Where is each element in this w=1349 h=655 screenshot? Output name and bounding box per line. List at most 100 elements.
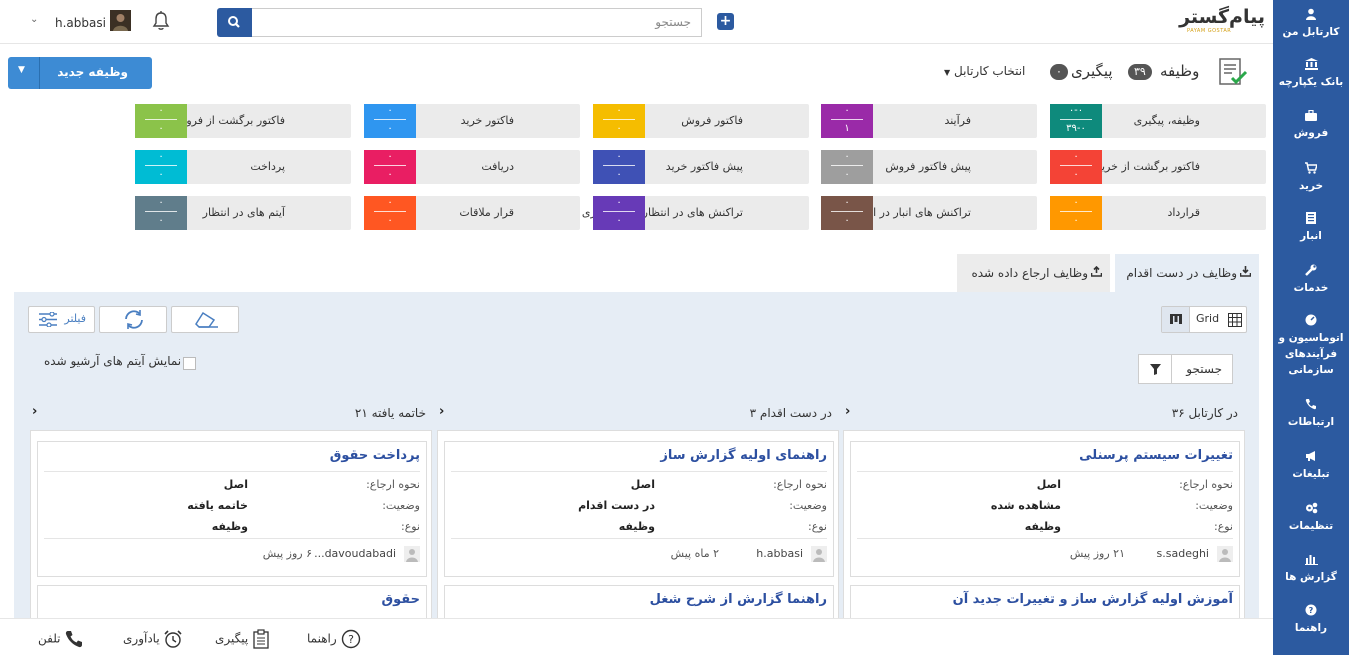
tile-count-box: ۰۰ <box>593 196 645 230</box>
tile-count-top: ۰ <box>158 105 164 116</box>
sidebar-item-settings[interactable]: تنظیمات <box>1273 502 1349 534</box>
tile-label: وظیفه، پیگیری <box>1133 114 1200 127</box>
sidebar-item-reports[interactable]: گزارش ها <box>1273 553 1349 585</box>
bottom-reminder-button[interactable]: یادآوری <box>123 629 183 649</box>
summary-tile[interactable]: تراکنش های در انتظار قیمت گذاری ۰ ۰ <box>582 196 809 230</box>
tab-label: وظایف ارجاع داده شده <box>971 266 1088 280</box>
tile-count-top: ۰ <box>1073 197 1079 208</box>
sidebar-item-services[interactable]: خدمات <box>1273 264 1349 296</box>
tile-count-box: ۰۱ <box>821 104 873 138</box>
sidebar-item-label: تبلیغات <box>1292 468 1330 480</box>
summary-tile[interactable]: قرارداد ۰ ۰ <box>1050 196 1266 230</box>
sidebar-item-help[interactable]: ? راهنما <box>1273 604 1349 636</box>
task-card-title[interactable]: تغییرات سیستم پرسنلی <box>1079 448 1233 463</box>
task-card-title[interactable]: پرداخت حقوق <box>330 448 420 463</box>
new-task-button[interactable]: وظیفه جدید ▼ <box>8 57 152 89</box>
filter-funnel-button[interactable] <box>1139 355 1172 383</box>
task-card-title[interactable]: حقوق <box>382 592 421 607</box>
tile-count-bottom: ۰ <box>158 215 164 226</box>
user-avatar-icon <box>404 546 420 562</box>
panel-search-button[interactable]: جستجو <box>1138 354 1233 384</box>
card-user[interactable]: s.sadeghi <box>1157 547 1209 560</box>
summary-tile[interactable]: پرداخت ۰ ۰ <box>135 150 351 184</box>
summary-tile[interactable]: فاکتور خرید ۰ ۰ <box>364 104 580 138</box>
column-header-kartabl: در کارتابل ۳۶ <box>1171 406 1238 420</box>
task-card[interactable]: تغییرات سیستم پرسنلی نحوه ارجاع: اصل وضعیت:… <box>850 441 1240 577</box>
followup-label[interactable]: پیگیری <box>1071 62 1113 80</box>
card-key: نحوه ارجاع: <box>1179 478 1233 491</box>
summary-tile[interactable]: وظیفه، پیگیری ۰-۰ ۳۹-۰ <box>1050 104 1266 138</box>
chevron-down-icon[interactable]: ▼ <box>18 65 25 75</box>
bottom-phone-button[interactable]: تلفن <box>38 629 84 649</box>
sidebar-item-sales[interactable]: فروش <box>1273 109 1349 141</box>
chevron-right-icon[interactable]: › <box>32 404 37 419</box>
summary-tile[interactable]: دریافت ۰ ۰ <box>364 150 580 184</box>
task-card-title[interactable]: راهنما گزارش از شرح شغل <box>650 592 827 607</box>
task-card[interactable]: راهنمای اولیه گزارش ساز نحوه ارجاع: اصل وضع… <box>444 441 834 577</box>
quick-add-button[interactable]: + <box>717 13 734 30</box>
grid-icon <box>1228 313 1242 330</box>
summary-tile[interactable]: پیش فاکتور خرید ۰ ۰ <box>593 150 809 184</box>
chevron-right-icon[interactable]: › <box>845 404 850 419</box>
kartabl-select[interactable]: ▼ انتخاب کارتابل <box>944 64 1025 78</box>
username[interactable]: h.abbasi <box>55 16 106 30</box>
kanban-view-button[interactable] <box>1162 307 1190 332</box>
tile-count-top: ۰ <box>616 105 622 116</box>
task-label[interactable]: وظیفه <box>1160 62 1199 80</box>
tab-referred[interactable]: وظایف ارجاع داده شده <box>957 254 1110 292</box>
tab-in-progress[interactable]: وظایف در دست اقدام <box>1115 254 1259 292</box>
task-count-badge: ۳۹ <box>1128 64 1152 80</box>
grid-view-button[interactable]: Grid <box>1196 312 1219 325</box>
search-button[interactable] <box>217 8 252 37</box>
filter-button[interactable]: فیلتر <box>28 306 95 333</box>
summary-tile[interactable]: فاکتور برگشت از فروش ۰ ۰ <box>135 104 351 138</box>
task-card[interactable]: پرداخت حقوق نحوه ارجاع: اصل وضعیت: خاتمه یاف… <box>37 441 427 577</box>
svg-text:?: ? <box>1309 606 1314 615</box>
card-user[interactable]: davoudabadi... <box>314 547 396 560</box>
summary-tile[interactable]: تراکنش های انبار در انتظار ۰ ۰ <box>821 196 1037 230</box>
user-avatar-icon <box>1217 546 1233 562</box>
sidebar-item-warehouse[interactable]: انبار <box>1273 212 1349 244</box>
task-card-title[interactable]: آموزش اولیه گزارش ساز و تغییرات جدید آن <box>953 592 1233 607</box>
chevron-right-icon[interactable]: › <box>439 404 444 419</box>
phone-icon <box>66 631 83 648</box>
task-card-title[interactable]: راهنمای اولیه گزارش ساز <box>660 448 827 463</box>
sidebar-item-label: انبار <box>1300 230 1322 242</box>
tile-divider <box>145 211 177 212</box>
alarm-clock-icon <box>164 630 183 648</box>
summary-tile[interactable]: فرآیند ۰ ۱ <box>821 104 1037 138</box>
divider <box>451 471 827 472</box>
tile-count-bottom: ۰ <box>616 215 622 226</box>
cart-icon <box>1273 162 1349 177</box>
sidebar-item-bank[interactable]: بانک یکپارچه <box>1273 58 1349 90</box>
summary-tile[interactable]: فاکتور فروش ۰ ۰ <box>593 104 809 138</box>
sidebar-item-purchase[interactable]: خرید <box>1273 162 1349 194</box>
tile-label: فاکتور خرید <box>460 114 514 127</box>
app-root: کارتابل من بانک یکپارچه فروش خرید انبار <box>0 0 1349 655</box>
summary-tile[interactable]: فاکتور برگشت از خرید ۰ ۰ <box>1050 150 1266 184</box>
tile-count-box: ۰۰ <box>135 196 187 230</box>
bottom-followup-button[interactable]: پیگیری <box>215 629 270 649</box>
summary-tile[interactable]: آیتم های در انتظار ۰ ۰ <box>135 196 351 230</box>
sidebar-item-ads[interactable]: تبلیغات <box>1273 450 1349 482</box>
global-search-input[interactable]: جستجو <box>252 8 702 37</box>
user-avatar[interactable] <box>110 10 131 31</box>
sidebar-item-my-kartabl[interactable]: کارتابل من <box>1273 8 1349 40</box>
summary-tile[interactable]: قرار ملاقات ۰ ۰ <box>364 196 580 230</box>
clipboard-icon <box>253 629 269 649</box>
clear-filter-button[interactable] <box>171 306 239 333</box>
bottom-help-button[interactable]: ? راهنما <box>307 629 361 649</box>
summary-tile[interactable]: پیش فاکتور فروش ۰ ۰ <box>821 150 1037 184</box>
sidebar-item-automation[interactable]: اتوماسیون و فرآیندهای سازمانی <box>1273 314 1349 378</box>
bell-icon <box>152 11 170 30</box>
refresh-button[interactable] <box>99 306 167 333</box>
archive-checkbox[interactable] <box>183 357 196 370</box>
archive-toggle[interactable]: نمایش آیتم های آرشیو شده <box>44 354 196 370</box>
tile-count-bottom: ۱ <box>844 123 850 134</box>
card-user[interactable]: h.abbasi <box>756 547 803 560</box>
notifications-button[interactable] <box>150 10 172 32</box>
sidebar-item-communications[interactable]: ارتباطات <box>1273 398 1349 430</box>
tile-count-box: ۰۰ <box>593 104 645 138</box>
chevron-down-icon[interactable]: ⌄ <box>30 14 38 25</box>
tile-divider <box>374 119 406 120</box>
